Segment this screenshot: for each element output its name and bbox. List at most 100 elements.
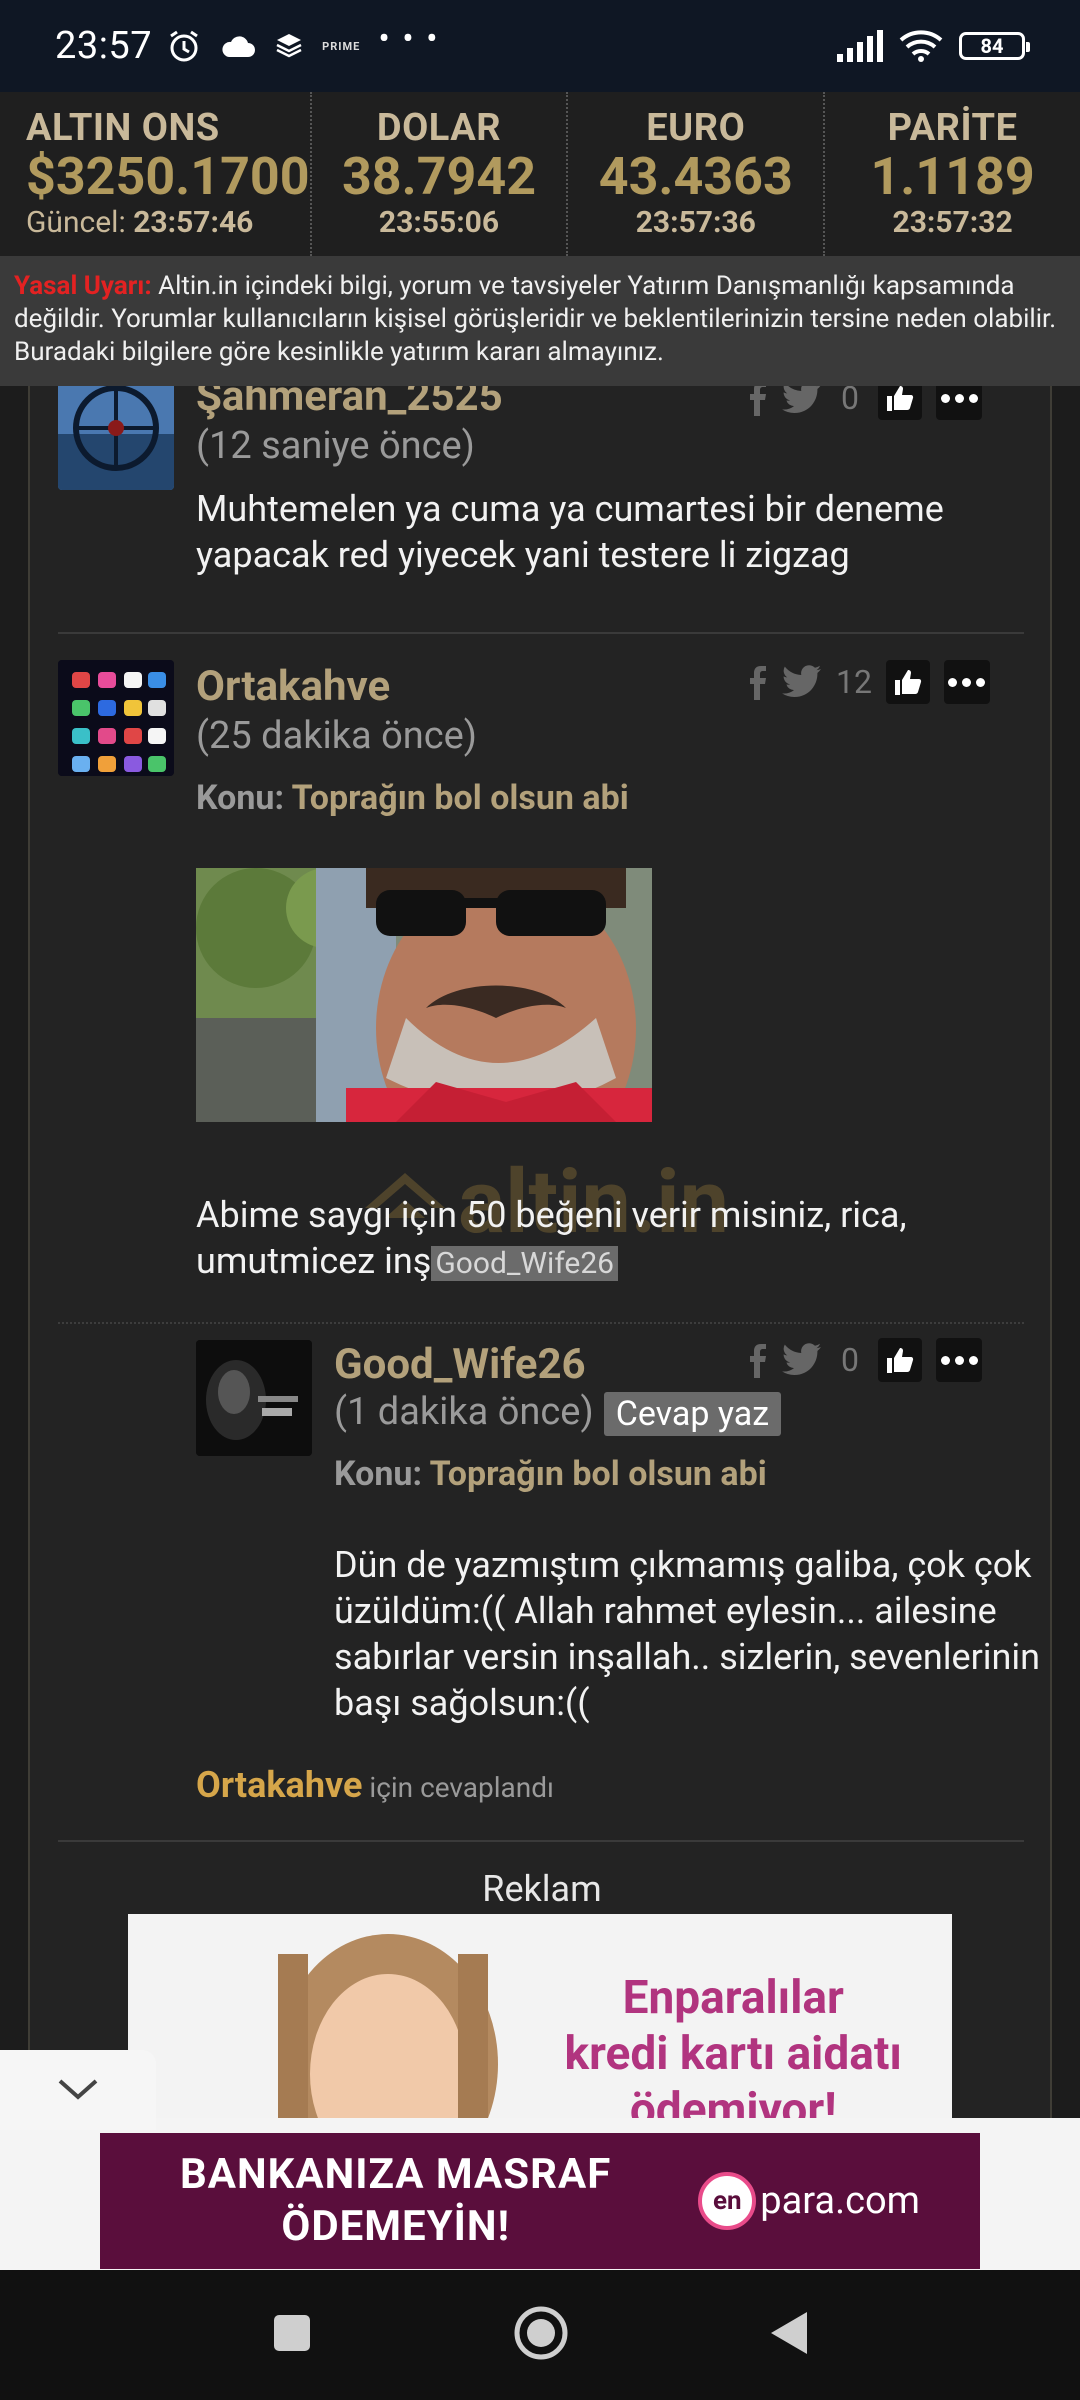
topic-link[interactable]: Toprağın bol olsun abi [292, 778, 629, 818]
circle-icon [514, 2306, 568, 2360]
ticker-value: 43.4363 [598, 146, 793, 207]
sticky-ad-line: BANKANIZA MASRAF [180, 2150, 612, 2199]
home-button[interactable] [513, 2305, 569, 2365]
topic-label: Konu: [334, 1454, 423, 1494]
enpara-logo: en para.com [698, 2172, 920, 2230]
more-options-button[interactable] [943, 660, 990, 704]
answered-for: Ortakahve için cevaplandı [196, 1764, 554, 1806]
ad-line: kredi kartı aidatı [564, 2027, 902, 2081]
collapse-ad-button[interactable] [0, 2050, 156, 2130]
topic-link[interactable]: Toprağın bol olsun abi [430, 1454, 767, 1494]
price-ticker: ALTIN ONS $3250.1700 Güncel: 23:57:46 DO… [0, 92, 1080, 256]
facebook-share-icon[interactable] [746, 664, 768, 700]
ticker-label: PARİTE [887, 106, 1018, 150]
ad-headline: Enparalılar kredi kartı aidatı ödemiyor! [565, 1970, 902, 2121]
prime-video-icon: PRIME [322, 39, 361, 53]
triangle-back-icon [771, 2312, 807, 2354]
twitter-share-icon[interactable] [782, 665, 822, 699]
comment-actions: 0 [746, 1336, 982, 1384]
ad-line: Enparalılar [622, 1971, 844, 2025]
comment-text: Dün de yazmıştım çıkmamış galiba, çok ço… [334, 1544, 1041, 1724]
clock: 23:57 [55, 24, 153, 68]
comment-username[interactable]: Şahmeran_2525 [196, 386, 503, 421]
ticker-time-value: 23:57:46 [133, 205, 254, 240]
ticker-time: Güncel: 23:57:46 [26, 205, 253, 241]
ticker-time: 23:57:36 [635, 205, 756, 240]
ticker-value: $3250.1700 [26, 146, 310, 207]
recents-button[interactable] [271, 2312, 313, 2358]
more-options-button[interactable] [936, 1338, 982, 1382]
comments-feed[interactable]: Şahmeran_2525 (12 saniye önce) 0 Muhteme… [28, 386, 1052, 2121]
like-button[interactable] [878, 1338, 922, 1382]
comment-topic: Konu: Toprağın bol olsun abi [334, 1454, 767, 1494]
comment-text: Muhtemelen ya cuma ya cumartesi bir dene… [196, 488, 944, 576]
like-count: 12 [836, 663, 872, 701]
topic-label: Konu: [196, 778, 285, 818]
ad-line: ödemiyor! [629, 2083, 837, 2121]
ticker-dolar[interactable]: DOLAR 38.7942 23:55:06 [312, 92, 569, 256]
answered-suffix: için cevaplandı [369, 1771, 554, 1804]
comment-image[interactable] [196, 868, 652, 1122]
comment-topic: Konu: Toprağın bol olsun abi [196, 778, 629, 818]
ad-label: Reklam [482, 1868, 602, 1910]
enpara-logo-text: para.com [760, 2179, 920, 2223]
ticker-time: 23:55:06 [378, 205, 500, 240]
ticker-time: 23:57:32 [892, 205, 1013, 240]
comment-divider [58, 632, 1024, 634]
alarm-icon [166, 28, 202, 64]
ticker-euro[interactable]: EURO 43.4363 23:57:36 [568, 92, 826, 256]
enpara-logo-mark: en [698, 2172, 757, 2230]
comment-text: Abime saygı için 50 beğeni verir misiniz… [196, 1192, 1016, 1287]
comment-divider [58, 1322, 1024, 1324]
legal-warning-label: Yasal Uyarı: [14, 271, 152, 301]
sticky-ad-banner[interactable]: BANKANIZA MASRAF ÖDEMEYİN! en para.com [0, 2118, 1080, 2270]
ticker-label: DOLAR [376, 106, 502, 150]
more-options-button[interactable] [936, 386, 982, 420]
answered-username[interactable]: Ortakahve [196, 1764, 362, 1806]
sticky-ad-headline: BANKANIZA MASRAF ÖDEMEYİN! [180, 2149, 611, 2253]
layers-icon [274, 31, 304, 61]
sticky-ad-content[interactable]: BANKANIZA MASRAF ÖDEMEYİN! en para.com [100, 2133, 980, 2269]
ad-banner[interactable]: Enparalılar kredi kartı aidatı ödemiyor! [128, 1914, 952, 2121]
chevron-down-icon [58, 2079, 98, 2100]
reply-button[interactable]: Cevap yaz [603, 1391, 782, 1436]
like-button[interactable] [885, 660, 930, 704]
facebook-share-icon[interactable] [746, 386, 768, 416]
mention-tag[interactable]: Good_Wife26 [431, 1246, 619, 1281]
twitter-share-icon[interactable] [782, 386, 822, 415]
like-count: 0 [841, 1341, 859, 1379]
legal-warning-text: Altin.in içindeki bilgi, yorum ve tavsiy… [14, 271, 1057, 367]
comment-time: (1 dakika önce) [334, 1390, 594, 1434]
ticker-time-label: Güncel: [26, 205, 126, 240]
like-count: 0 [841, 386, 859, 417]
comment-actions: 12 [746, 658, 990, 706]
comment-username[interactable]: Good_Wife26 [334, 1340, 586, 1389]
twitter-share-icon[interactable] [782, 1343, 822, 1377]
ticker-label: EURO [646, 106, 746, 150]
ticker-label: ALTIN ONS [26, 106, 220, 150]
comment-divider [58, 1840, 1024, 1842]
signal-icon [835, 30, 883, 62]
back-button[interactable] [769, 2310, 809, 2360]
wifi-icon [899, 30, 943, 62]
avatar[interactable] [58, 660, 174, 776]
sticky-ad-line: ÖDEMEYİN! [281, 2202, 510, 2251]
cloud-icon [220, 33, 256, 59]
comment-time: (12 saniye önce) [196, 424, 475, 468]
comment-username[interactable]: Ortakahve [196, 662, 390, 711]
system-nav-bar [0, 2270, 1080, 2400]
legal-warning-banner: Yasal Uyarı: Altin.in içindeki bilgi, yo… [0, 256, 1080, 386]
avatar[interactable] [196, 1340, 312, 1456]
battery-indicator: 84 [959, 32, 1030, 60]
avatar[interactable] [58, 386, 174, 490]
comment-actions: 0 [746, 386, 982, 422]
status-bar: 23:57 PRIME • • • 84 [0, 0, 1080, 92]
ticker-value: 38.7942 [341, 146, 537, 207]
facebook-share-icon[interactable] [746, 1342, 768, 1378]
like-button[interactable] [878, 386, 922, 420]
square-icon [274, 2315, 310, 2351]
ticker-parite[interactable]: PARİTE 1.1189 23:57:32 [825, 92, 1080, 256]
comment-time: (25 dakika önce) [196, 714, 478, 758]
ticker-value: 1.1189 [870, 146, 1035, 207]
ticker-altin-ons[interactable]: ALTIN ONS $3250.1700 Güncel: 23:57:46 [0, 92, 312, 256]
